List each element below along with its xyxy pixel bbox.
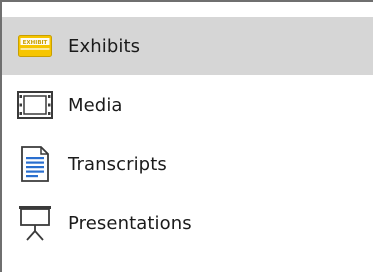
nav-item-media-label: Media bbox=[68, 94, 123, 116]
film-icon bbox=[14, 84, 56, 126]
document-icon bbox=[14, 143, 56, 185]
navigation-panel: EXHIBIT Exhibits Media Transcripts Prese… bbox=[0, 0, 373, 272]
nav-item-media[interactable]: Media bbox=[2, 76, 373, 134]
nav-item-exhibits-label: Exhibits bbox=[68, 35, 141, 57]
svg-text:EXHIBIT: EXHIBIT bbox=[23, 40, 48, 46]
nav-item-exhibits[interactable]: EXHIBIT Exhibits bbox=[2, 17, 373, 75]
nav-item-presentations[interactable]: Presentations bbox=[2, 194, 373, 252]
nav-item-transcripts[interactable]: Transcripts bbox=[2, 135, 373, 193]
nav-item-transcripts-label: Transcripts bbox=[68, 153, 167, 175]
exhibit-tag-icon: EXHIBIT bbox=[14, 25, 56, 67]
nav-item-presentations-label: Presentations bbox=[68, 212, 192, 234]
presentation-board-icon bbox=[14, 202, 56, 244]
